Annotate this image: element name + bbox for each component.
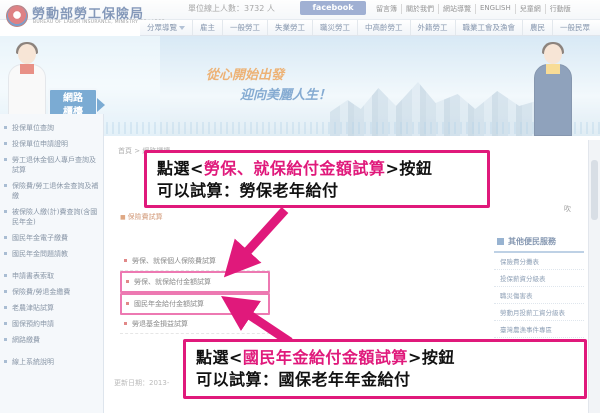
dropdown-triangle-icon (179, 26, 185, 30)
page-scrollbar[interactable] (588, 140, 600, 413)
top-bar: 勞動部勞工保險局 BUREAU OF LABOR INSURANCE, MINI… (0, 0, 600, 27)
sidebar-item[interactable]: 投保單位查詢 (0, 120, 103, 136)
service-link[interactable]: 臺灣農漁事件專區 (494, 321, 584, 338)
right-edge-area: 吹 (494, 196, 584, 230)
top-link-about[interactable]: 關於我們 (401, 4, 438, 14)
scrollbar-thumb[interactable] (591, 160, 598, 220)
callout-national-pension: 點選<國民年金給付金額試算>按鈕 可以試算：國保老年年金給付 (183, 339, 587, 399)
nav-item-farmer[interactable]: 農民 (522, 20, 552, 35)
sidebar-item[interactable]: 國民年金電子繳費 (0, 230, 103, 246)
sidebar-item[interactable]: 投保單位申請證明 (0, 136, 103, 152)
section-title: 保險費試算 (120, 212, 163, 222)
label-arrow-icon (97, 98, 105, 112)
visitor-count: 單位線上人數：3732 人 (188, 4, 275, 13)
link-premium-calc[interactable]: 勞保、就保個人保險費試算 (120, 252, 270, 271)
banner-slogan-line1: 從心開始出發 (206, 68, 285, 83)
sidebar-item[interactable]: 保險費/勞工退休金查詢及補繳 (0, 178, 103, 204)
left-sidebar: 投保單位查詢 投保單位申請證明 勞工退休金個人專戶查詢及試算 保險費/勞工退休金… (0, 114, 104, 413)
callout-link-name: 國民年金給付金額試算 (242, 348, 408, 367)
callout-labor-benefit: 點選<勞保、就保給付金額試算>按鈕 可以試算：勞保老年給付 (144, 150, 490, 208)
nav-item-employer[interactable]: 雇主 (192, 20, 222, 35)
banner-slogan-line2: 迎向美麗人生！ (240, 88, 332, 103)
sidebar-item[interactable]: 線上系統說明 (0, 354, 103, 370)
other-services-heading: 其他便民服務 (494, 232, 584, 253)
sidebar-item[interactable]: 老農津貼試算 (0, 300, 103, 316)
top-link-guestbook[interactable]: 留言簿 (372, 4, 401, 14)
top-link-english[interactable]: ENGLISH (475, 4, 515, 14)
main-nav: 分眾導覽 雇主 一般勞工 失業勞工 職災勞工 中高齡勞工 外籍勞工 職業工會及漁… (140, 20, 600, 36)
top-link-kids[interactable]: 兒童網 (514, 4, 545, 14)
sidebar-item[interactable]: 被保險人繳(計)費查詢(含國民年金) (0, 204, 103, 230)
link-national-pension-calc[interactable]: 國民年金給付金額試算 (120, 293, 270, 315)
nav-item-unemployed[interactable]: 失業勞工 (267, 20, 312, 35)
sidebar-item[interactable]: 申請書表索取 (0, 268, 103, 284)
facebook-button[interactable]: facebook (300, 1, 366, 15)
right-edge-text: 吹 (564, 205, 571, 213)
service-link[interactable]: 投保薪資分級表 (494, 270, 584, 287)
service-agent-right-image (532, 42, 574, 136)
site-logo[interactable]: 勞動部勞工保險局 BUREAU OF LABOR INSURANCE, MINI… (6, 3, 165, 35)
sidebar-item[interactable]: 國保預約申請 (0, 316, 103, 332)
link-fund-calc[interactable]: 勞退基金損益試算 (120, 315, 270, 334)
sidebar-item[interactable]: 網路繳費 (0, 332, 103, 348)
top-link-mobile[interactable]: 行動版 (544, 4, 575, 14)
nav-item-injured[interactable]: 職災勞工 (312, 20, 357, 35)
nav-item-guide[interactable]: 分眾導覽 (140, 20, 192, 35)
top-link-sitemap[interactable]: 網站導覽 (438, 4, 475, 14)
link-labor-benefit-calc[interactable]: 勞保、就保給付金額試算 (120, 271, 270, 293)
calculator-link-list: 勞保、就保個人保險費試算 勞保、就保給付金額試算 國民年金給付金額試算 勞退基金… (120, 252, 270, 334)
sidebar-item[interactable]: 國民年金問題請教 (0, 246, 103, 262)
callout-link-name: 勞保、就保給付金額試算 (203, 159, 386, 178)
nav-item-senior[interactable]: 中高齡勞工 (357, 20, 410, 35)
top-links: 留言簿 關於我們 網站導覽 ENGLISH 兒童網 行動版 (372, 4, 575, 14)
bureau-emblem-icon (6, 5, 28, 27)
service-link[interactable]: 勞動月投薪工資分級表 (494, 304, 584, 321)
nav-item-union[interactable]: 職業工會及漁會 (454, 20, 523, 35)
sidebar-item[interactable]: 保險費/勞退金繳費 (0, 284, 103, 300)
nav-item-public[interactable]: 一般民眾 (552, 20, 597, 35)
service-link[interactable]: 職災傷害表 (494, 287, 584, 304)
service-link[interactable]: 保險費分攤表 (494, 253, 584, 270)
nav-item-foreign[interactable]: 外籍勞工 (409, 20, 455, 35)
sidebar-item[interactable]: 勞工退休金個人專戶查詢及試算 (0, 152, 103, 178)
nav-item-general-worker[interactable]: 一般勞工 (222, 20, 267, 35)
banner-dots (100, 122, 600, 134)
update-date: 更新日期：2013- (114, 379, 170, 387)
